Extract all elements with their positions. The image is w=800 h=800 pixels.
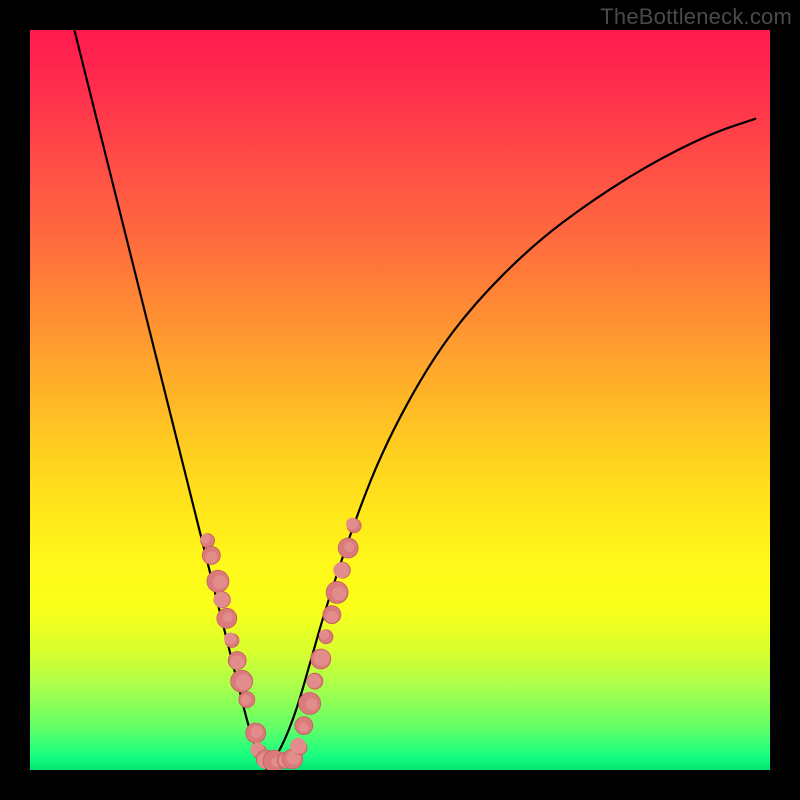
curve-group [74,30,755,770]
data-marker [231,670,253,692]
data-marker [239,692,255,708]
data-marker [217,608,237,628]
data-marker [307,673,323,689]
data-marker [207,570,229,592]
data-marker [224,633,239,648]
data-marker [333,562,350,578]
data-marker [346,518,361,533]
data-marker [295,717,313,735]
data-marker [299,692,321,714]
data-marker [202,546,220,564]
data-marker [228,651,246,669]
data-marker [319,630,333,644]
data-marker [338,538,358,558]
data-marker [213,592,230,608]
data-marker [311,649,331,669]
data-marker [326,581,348,603]
chart-overlay [30,30,770,770]
data-marker [323,606,341,624]
marker-group [201,518,362,770]
chart-frame: TheBottleneck.com [0,0,800,800]
data-marker [246,723,266,743]
watermark-text: TheBottleneck.com [600,4,792,30]
plot-area [30,30,770,770]
curve-bottleneck-curve-right [267,119,755,770]
data-marker [201,534,215,548]
